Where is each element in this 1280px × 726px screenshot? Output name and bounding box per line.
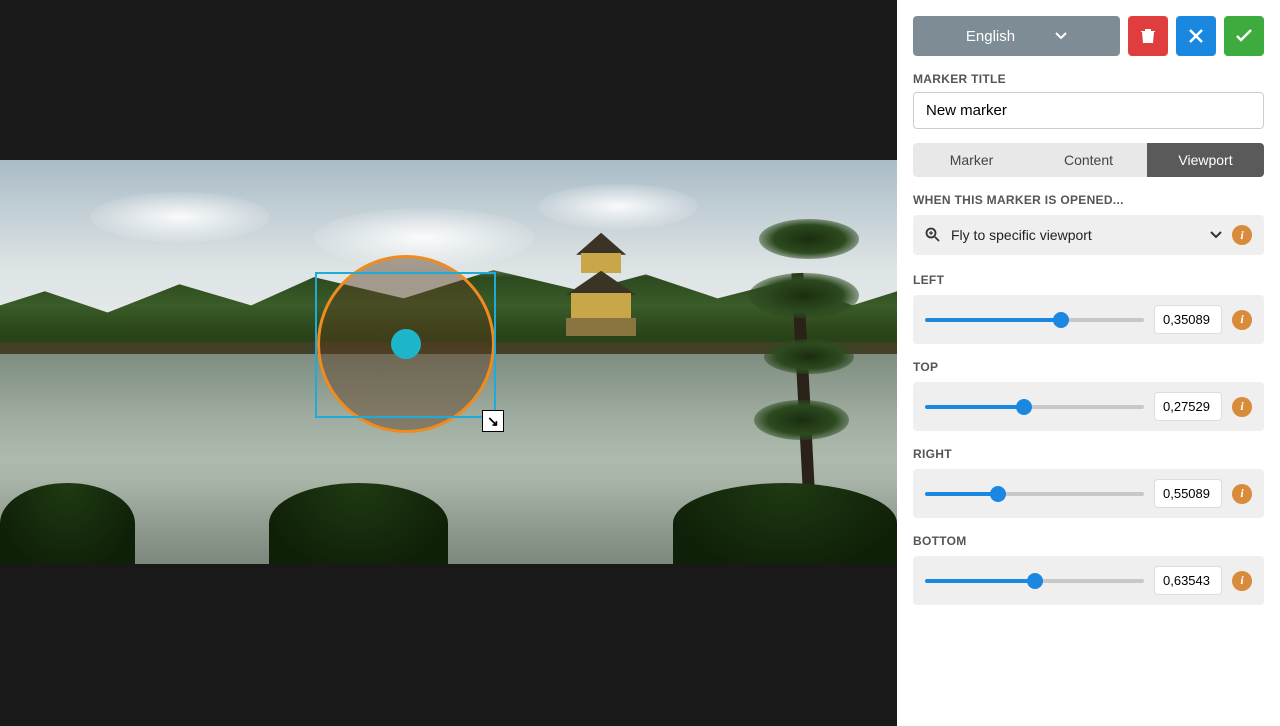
top-slider[interactable] bbox=[925, 405, 1144, 409]
delete-button[interactable] bbox=[1128, 16, 1168, 56]
info-icon[interactable]: i bbox=[1232, 571, 1252, 591]
chevron-down-icon bbox=[1055, 32, 1067, 40]
top-label: TOP bbox=[913, 360, 1264, 374]
image-canvas[interactable]: ↘ bbox=[0, 0, 897, 726]
left-slider[interactable] bbox=[925, 318, 1144, 322]
action-dropdown-label: Fly to specific viewport bbox=[951, 227, 1200, 243]
tab-marker[interactable]: Marker bbox=[913, 143, 1030, 177]
arrow-down-right-icon: ↘ bbox=[487, 413, 499, 430]
action-dropdown[interactable]: Fly to specific viewport i bbox=[913, 215, 1264, 255]
properties-panel: English MARKER TITLE bbox=[897, 0, 1280, 726]
left-value[interactable] bbox=[1154, 305, 1222, 334]
info-icon[interactable]: i bbox=[1232, 397, 1252, 417]
preview-image: ↘ bbox=[0, 160, 897, 564]
bottom-label: BOTTOM bbox=[913, 534, 1264, 548]
bottom-value[interactable] bbox=[1154, 566, 1222, 595]
viewport-selection-box[interactable] bbox=[315, 272, 496, 418]
close-icon bbox=[1188, 28, 1204, 44]
resize-handle[interactable]: ↘ bbox=[482, 410, 504, 432]
bottom-slider[interactable] bbox=[925, 579, 1144, 583]
confirm-button[interactable] bbox=[1224, 16, 1264, 56]
language-label: English bbox=[966, 28, 1015, 45]
marker-title-input[interactable] bbox=[913, 92, 1264, 129]
trash-icon bbox=[1139, 27, 1157, 45]
magnify-icon bbox=[925, 227, 941, 243]
right-slider[interactable] bbox=[925, 492, 1144, 496]
right-value[interactable] bbox=[1154, 479, 1222, 508]
top-value[interactable] bbox=[1154, 392, 1222, 421]
language-select[interactable]: English bbox=[913, 16, 1120, 56]
check-icon bbox=[1235, 29, 1253, 43]
info-icon[interactable]: i bbox=[1232, 310, 1252, 330]
when-opened-label: WHEN THIS MARKER IS OPENED... bbox=[913, 193, 1264, 207]
chevron-down-icon bbox=[1210, 231, 1222, 239]
info-icon[interactable]: i bbox=[1232, 225, 1252, 245]
tab-content[interactable]: Content bbox=[1030, 143, 1147, 177]
cancel-button[interactable] bbox=[1176, 16, 1216, 56]
left-label: LEFT bbox=[913, 273, 1264, 287]
right-label: RIGHT bbox=[913, 447, 1264, 461]
tab-viewport[interactable]: Viewport bbox=[1147, 143, 1264, 177]
marker-title-label: MARKER TITLE bbox=[913, 72, 1264, 86]
info-icon[interactable]: i bbox=[1232, 484, 1252, 504]
tabs: Marker Content Viewport bbox=[913, 143, 1264, 177]
